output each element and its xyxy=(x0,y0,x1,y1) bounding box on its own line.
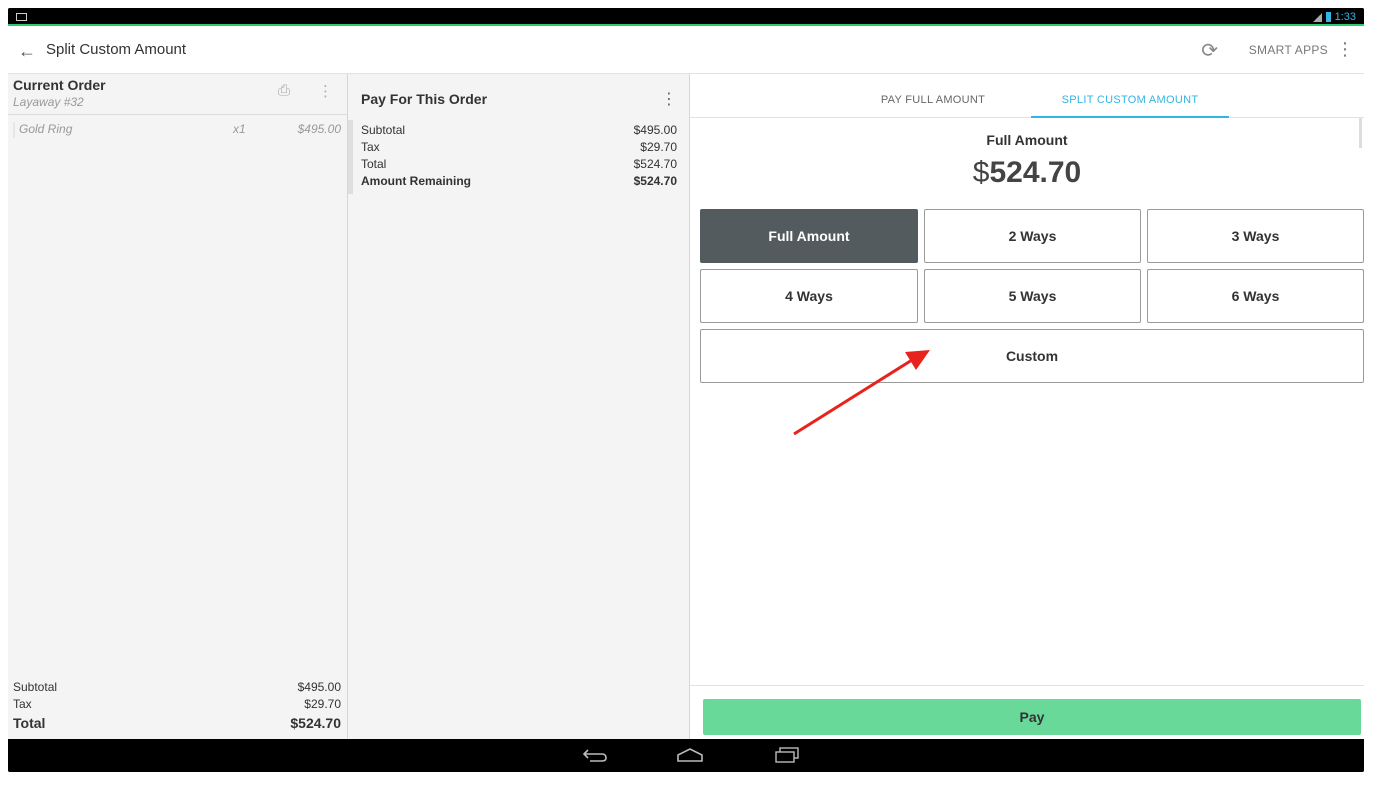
signal-icon xyxy=(1312,12,1322,22)
list-item[interactable]: Gold Ring x1 $495.00 xyxy=(13,122,341,138)
pay-button[interactable]: Pay xyxy=(703,699,1361,735)
split-2-ways-button[interactable]: 2 Ways xyxy=(924,209,1141,263)
pay-tax-label: Tax xyxy=(361,140,380,154)
layaway-number: Layaway #32 xyxy=(13,95,84,109)
tab-pay-full-amount[interactable]: PAY FULL AMOUNT xyxy=(835,74,1031,118)
amount-remaining-label: Amount Remaining xyxy=(361,174,471,188)
payment-tabs: PAY FULL AMOUNT SPLIT CUSTOM AMOUNT xyxy=(690,74,1364,118)
divider xyxy=(8,114,347,115)
status-bar: 1:33 xyxy=(8,8,1364,26)
split-6-ways-button[interactable]: 6 Ways xyxy=(1147,269,1364,323)
nav-home-icon[interactable] xyxy=(676,747,704,768)
split-4-ways-button[interactable]: 4 Ways xyxy=(700,269,918,323)
full-amount-label: Full Amount xyxy=(986,132,1068,148)
arrow-left-icon[interactable]: ← xyxy=(18,41,36,62)
current-order-title: Current Order xyxy=(13,77,106,93)
status-time: 1:33 xyxy=(1334,11,1356,23)
order-more-vert-icon[interactable]: ⋮ xyxy=(318,82,333,100)
device-screen: 1:33 ← Split Custom Amount ⟳ SMART APPS … xyxy=(8,8,1364,772)
tax-label: Tax xyxy=(13,697,32,711)
order-totals: Subtotal $495.00 Tax $29.70 Total $524.7… xyxy=(13,679,341,733)
pay-for-order-panel: Pay For This Order ⋮ Subtotal $495.00 Ta… xyxy=(348,74,690,739)
system-nav-bar xyxy=(8,739,1364,772)
totals-indicator-bar xyxy=(348,120,353,194)
split-5-ways-button[interactable]: 5 Ways xyxy=(924,269,1141,323)
refresh-icon[interactable]: ⟳ xyxy=(1201,38,1218,63)
pay-more-vert-icon[interactable]: ⋮ xyxy=(661,89,677,109)
total-label: Total xyxy=(13,715,46,731)
notification-icon xyxy=(16,13,27,21)
split-full-amount-button[interactable]: Full Amount xyxy=(700,209,918,263)
split-custom-button[interactable]: Custom xyxy=(700,329,1364,383)
divider xyxy=(690,685,1364,686)
pay-total-label: Total xyxy=(361,157,387,171)
tab-split-custom-amount[interactable]: SPLIT CUSTOM AMOUNT xyxy=(1031,74,1229,118)
printer-icon[interactable]: ⎙ xyxy=(278,82,290,99)
item-name: Gold Ring xyxy=(19,122,73,136)
tax-value: $29.70 xyxy=(304,697,341,711)
app-bar: ← Split Custom Amount ⟳ SMART APPS ⋮ xyxy=(8,26,1364,74)
page-title: Split Custom Amount xyxy=(46,41,187,58)
pay-total-value: $524.70 xyxy=(633,157,677,171)
split-3-ways-button[interactable]: 3 Ways xyxy=(1147,209,1364,263)
pay-totals: Subtotal $495.00 Tax $29.70 Total $524.7… xyxy=(361,122,677,190)
current-order-panel: Current Order Layaway #32 ⎙ ⋮ Gold Ring … xyxy=(8,74,348,739)
pay-subtotal-value: $495.00 xyxy=(633,123,677,137)
full-amount-display: $524.70 xyxy=(690,156,1364,190)
smart-apps-button[interactable]: SMART APPS xyxy=(1249,43,1328,57)
item-qty: x1 xyxy=(233,122,246,136)
payment-panel: PAY FULL AMOUNT SPLIT CUSTOM AMOUNT Full… xyxy=(690,74,1364,739)
nav-back-icon[interactable] xyxy=(582,747,608,768)
currency-symbol: $ xyxy=(972,156,990,189)
pay-for-order-title: Pay For This Order xyxy=(361,91,488,107)
more-vert-icon[interactable]: ⋮ xyxy=(1336,39,1354,60)
subtotal-label: Subtotal xyxy=(13,680,58,694)
pay-tax-value: $29.70 xyxy=(640,140,677,154)
battery-icon xyxy=(1325,12,1331,22)
full-amount-value: 524.70 xyxy=(989,156,1082,189)
subtotal-value: $495.00 xyxy=(297,680,341,694)
amount-remaining-value: $524.70 xyxy=(633,174,677,188)
item-price: $495.00 xyxy=(297,122,341,136)
pay-subtotal-label: Subtotal xyxy=(361,123,406,137)
total-value: $524.70 xyxy=(290,715,341,731)
nav-recent-icon[interactable] xyxy=(774,747,800,768)
